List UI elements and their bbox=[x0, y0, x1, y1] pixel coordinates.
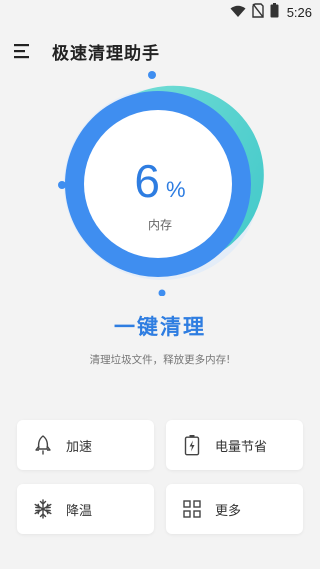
status-bar: 5:26 bbox=[0, 0, 320, 24]
speedup-label: 加速 bbox=[66, 439, 93, 455]
more-label: 更多 bbox=[215, 503, 242, 519]
battery-saver-label: 电量节省 bbox=[215, 439, 268, 455]
clean-description: 清理垃圾文件，释放更多内存! bbox=[89, 354, 231, 366]
app-title: 极速清理助手 bbox=[52, 44, 160, 64]
one-key-clean-button[interactable]: 一键清理 bbox=[80, 311, 240, 347]
status-icons: 5:26 bbox=[230, 2, 312, 22]
no-sim-icon bbox=[251, 2, 264, 22]
battery-saver-icon bbox=[180, 433, 204, 457]
speedup-card[interactable]: 加速 bbox=[17, 420, 154, 470]
sparkle-dot bbox=[194, 122, 198, 126]
wifi-icon bbox=[230, 3, 246, 22]
memory-percent: 6% bbox=[50, 154, 270, 208]
cooldown-card[interactable]: 降温 bbox=[17, 484, 154, 534]
battery-icon bbox=[270, 2, 279, 22]
snowflake-icon bbox=[31, 497, 55, 521]
more-card[interactable]: 更多 bbox=[166, 484, 303, 534]
orbit-dot-top bbox=[148, 71, 156, 79]
status-time: 5:26 bbox=[286, 4, 312, 20]
grid-icon bbox=[180, 497, 204, 521]
menu-icon[interactable] bbox=[12, 42, 34, 60]
memory-ring: 6% 内存 bbox=[50, 66, 270, 297]
battery-saver-card[interactable]: 电量节省 bbox=[166, 420, 303, 470]
orbit-dot-bottom bbox=[158, 289, 166, 297]
app-bar: 极速清理助手 bbox=[0, 34, 320, 68]
memory-unit: % bbox=[166, 177, 186, 202]
rocket-icon bbox=[31, 433, 55, 457]
cooldown-label: 降温 bbox=[66, 503, 93, 519]
memory-value: 6 bbox=[134, 155, 161, 207]
memory-label: 内存 bbox=[147, 218, 172, 232]
